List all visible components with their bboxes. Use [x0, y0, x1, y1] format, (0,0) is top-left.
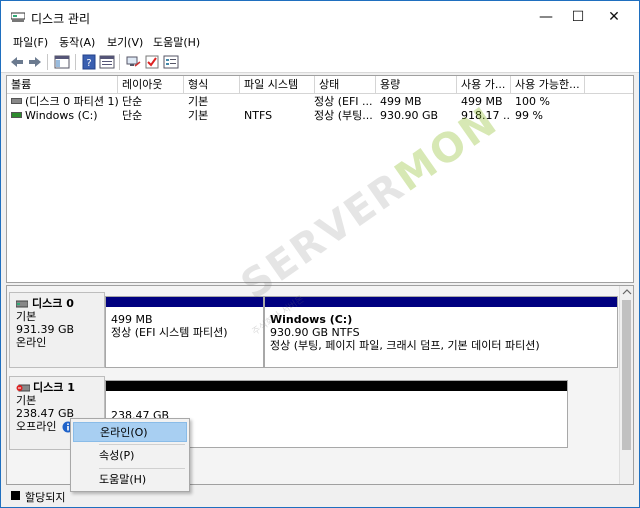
svg-text:?: ? [86, 58, 91, 69]
column-header-free-space[interactable]: 사용 가... [457, 76, 511, 94]
disk-0-label[interactable]: 디스크 0 기본 931.39 GB 온라인 [9, 292, 105, 368]
disk-management-app-icon [11, 12, 25, 22]
scroll-up-arrow-icon[interactable] [620, 286, 634, 298]
volume-list-view[interactable]: 볼륨 레이아웃 형식 파일 시스템 상태 용량 사용 가... 사용 가능한..… [6, 75, 634, 283]
column-header-type[interactable]: 형식 [184, 76, 240, 94]
title-bar[interactable]: 디스크 관리 — ☐ ✕ [1, 1, 639, 33]
percent-free-cell: 99 % [515, 109, 543, 122]
volume-icon [11, 112, 22, 118]
graphical-view-scrollbar[interactable] [619, 286, 633, 484]
volume-cell: (디스크 0 파티션 1) [7, 94, 118, 109]
close-button[interactable]: ✕ [591, 1, 637, 33]
partition-size: 499 MB [111, 313, 153, 326]
partition-bar [106, 381, 567, 391]
type-cell: 기본 [188, 95, 209, 108]
capacity-cell: 930.90 GB [380, 109, 439, 122]
disk-0-type: 기본 [16, 310, 37, 323]
type-cell: 기본 [188, 109, 209, 122]
free-space-cell: 499 MB [461, 95, 503, 108]
unallocated-legend-label: 할당되지 [25, 491, 66, 504]
disk-icon [15, 300, 29, 308]
menu-help[interactable]: 도움말(H) [153, 34, 200, 50]
check-icon[interactable] [144, 54, 160, 70]
status-cell: 정상 (EFI ... [314, 95, 373, 108]
properties-icon[interactable] [99, 54, 115, 70]
file-system-cell: NTFS [244, 109, 273, 122]
partition-status: 정상 (EFI 시스템 파티션) [111, 326, 228, 339]
disk-management-window: 디스크 관리 — ☐ ✕ 파일(F) 동작(A) 보기(V) 도움말(H) ? … [0, 0, 640, 508]
disk-1-title: 디스크 1 [16, 381, 98, 394]
percent-free-cell: 100 % [515, 95, 550, 108]
column-header-volume[interactable]: 볼륨 [7, 76, 118, 94]
console-tree-icon[interactable] [54, 54, 70, 70]
partition-title: Windows (C:) [270, 313, 353, 326]
scrollbar-thumb[interactable] [622, 300, 631, 450]
volume-name: Windows (C:) [25, 109, 98, 122]
connect-icon[interactable] [125, 54, 141, 70]
context-menu-separator [99, 468, 185, 469]
capacity-cell: 499 MB [380, 95, 422, 108]
layout-cell: 단순 [122, 109, 143, 122]
back-arrow-icon[interactable] [9, 54, 25, 70]
partition-bar [106, 297, 263, 307]
toolbar-separator [75, 54, 76, 70]
column-header-status[interactable]: 상태 [315, 76, 376, 94]
disk-0-status: 온라인 [16, 336, 47, 349]
disk-offline-icon [16, 384, 31, 392]
disk-1-status: 오프라인 [16, 420, 57, 433]
partition-efi[interactable]: 499 MB 정상 (EFI 시스템 파티션) [105, 296, 264, 368]
partition-size: 930.90 GB NTFS [270, 326, 360, 339]
menu-file[interactable]: 파일(F) [13, 34, 48, 50]
volume-cell: Windows (C:) [7, 108, 118, 123]
column-header-filler [585, 76, 633, 94]
disk-0-title: 디스크 0 [15, 297, 98, 310]
context-menu-help[interactable]: 도움말(H) [73, 470, 187, 490]
help-icon[interactable]: ? [81, 54, 97, 70]
menu-view[interactable]: 보기(V) [107, 34, 143, 50]
disk-0-size: 931.39 GB [16, 323, 75, 336]
forward-arrow-icon[interactable] [27, 54, 43, 70]
partition-bar [265, 297, 617, 307]
volume-name: (디스크 0 파티션 1) [25, 95, 118, 108]
partition-text: Windows (C:) 930.90 GB NTFS 정상 (부팅, 페이지 … [270, 313, 540, 352]
list-icon[interactable] [163, 54, 179, 70]
disk-1-name: 디스크 1 [33, 381, 75, 394]
partition-windows-c[interactable]: Windows (C:) 930.90 GB NTFS 정상 (부팅, 페이지 … [264, 296, 618, 368]
partition-status: 정상 (부팅, 페이지 파일, 크래시 덤프, 기본 데이터 파티션) [270, 339, 540, 352]
file-system-cell [240, 94, 315, 109]
column-header-capacity[interactable]: 용량 [376, 76, 457, 94]
toolbar: ? [1, 51, 639, 73]
column-header-layout[interactable]: 레이아웃 [118, 76, 184, 94]
context-menu-separator [99, 444, 185, 445]
disk-0-name: 디스크 0 [32, 297, 74, 310]
window-title: 디스크 관리 [31, 12, 91, 26]
status-cell: 정상 (부팅... [314, 109, 373, 122]
volume-icon [11, 98, 22, 104]
context-menu-online[interactable]: 온라인(O) [73, 422, 187, 442]
disk-1-type: 기본 [16, 394, 37, 407]
layout-cell: 단순 [122, 95, 143, 108]
column-header-percent-free[interactable]: 사용 가능한... [511, 76, 585, 94]
free-space-cell: 918.17 ... [461, 109, 511, 122]
menu-action[interactable]: 동작(A) [59, 34, 95, 50]
toolbar-separator [119, 54, 120, 70]
disk-context-menu: 온라인(O) 속성(P) 도움말(H) [70, 418, 190, 492]
context-menu-properties[interactable]: 속성(P) [73, 446, 187, 466]
unallocated-legend-swatch [11, 491, 20, 500]
partition-text: 499 MB 정상 (EFI 시스템 파티션) [111, 313, 228, 339]
menu-bar: 파일(F) 동작(A) 보기(V) 도움말(H) [1, 33, 639, 51]
column-header-file-system[interactable]: 파일 시스템 [240, 76, 315, 94]
toolbar-separator [47, 54, 48, 70]
